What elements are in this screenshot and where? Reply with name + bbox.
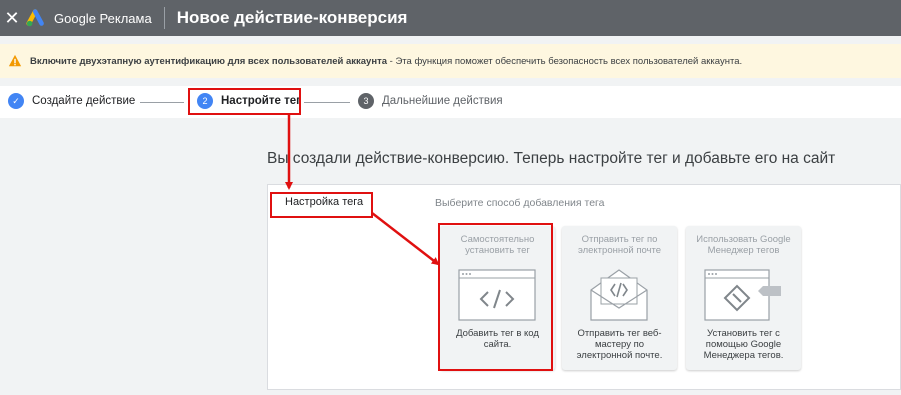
step-label: Дальнейшие действия xyxy=(382,95,503,107)
stepper: ✓ Создайте действие 2 Настройте тег 3 Да… xyxy=(0,86,901,118)
tag-manager-icon xyxy=(704,269,781,321)
panel-hint: Выберите способ добавления тега xyxy=(435,197,605,209)
step-connector xyxy=(140,102,184,103)
card-email-tag[interactable]: Отправить тег по электронной почте Отпра… xyxy=(562,226,677,370)
annotation-box-step xyxy=(188,88,301,115)
google-ads-logo xyxy=(26,9,44,27)
step-label: Создайте действие xyxy=(32,95,136,107)
card-title: Отправить тег по электронной почте xyxy=(577,234,662,256)
annotation-box-panel-label xyxy=(270,192,373,218)
step-number: 3 xyxy=(358,93,374,109)
check-icon: ✓ xyxy=(8,93,24,109)
header-divider xyxy=(163,7,165,29)
page-title: Новое действие-конверсия xyxy=(176,8,408,27)
annotation-box-card xyxy=(438,223,553,371)
two-factor-banner: Включите двухэтапную аутентификацию для … xyxy=(0,44,901,78)
card-description: Установить тег с помощью Google Менеджер… xyxy=(703,328,784,361)
card-title: Использовать Google Менеджер тегов xyxy=(696,234,791,256)
step-next-actions[interactable]: 3 Дальнейшие действия xyxy=(358,93,503,109)
top-bar: ✕ Google Реклама Новое действие-конверси… xyxy=(0,0,901,36)
page-headline: Вы создали действие-конверсию. Теперь на… xyxy=(267,150,836,167)
brand-name: Google Реклама xyxy=(54,10,152,26)
close-icon[interactable]: ✕ xyxy=(0,0,24,36)
step-create-action[interactable]: ✓ Создайте действие xyxy=(8,93,135,109)
warning-icon xyxy=(8,54,22,67)
step-connector xyxy=(304,102,350,103)
card-description: Отправить тег веб-мастеру по электронной… xyxy=(576,328,663,361)
banner-text: Включите двухэтапную аутентификацию для … xyxy=(30,55,743,67)
email-code-icon xyxy=(590,269,648,321)
card-google-tag-manager[interactable]: Использовать Google Менеджер тегов Устан… xyxy=(686,226,801,370)
